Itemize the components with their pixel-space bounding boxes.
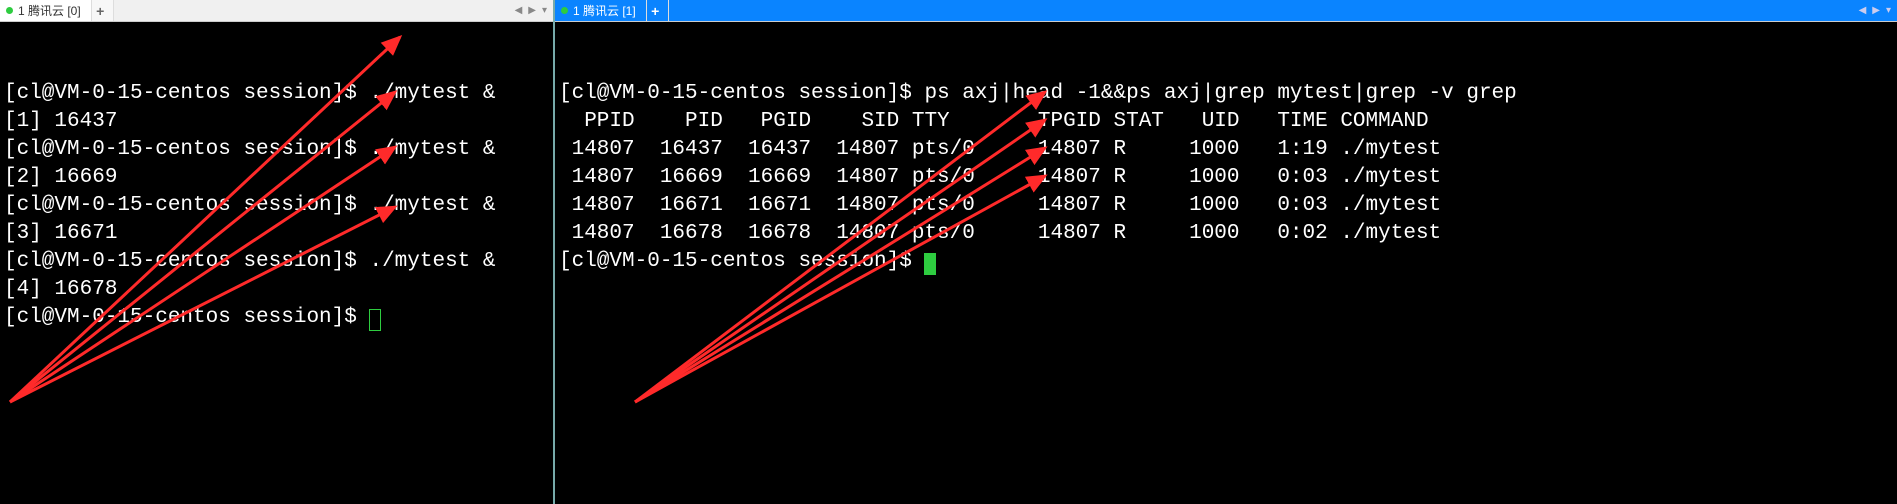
prompt: [cl@VM-0-15-centos session]$: [4, 194, 369, 217]
command-text: ./mytest &: [369, 250, 495, 273]
scroll-left-icon[interactable]: ◀: [515, 5, 523, 16]
tabbar-right: 1 腾讯云 [1] + ◀ ▶ ▾: [555, 0, 1897, 22]
right-pane: 1 腾讯云 [1] + ◀ ▶ ▾ [cl@VM-0-15-centos ses…: [555, 0, 1897, 504]
command-text: ps axj|head -1&&ps axj|grep mytest|grep …: [924, 82, 1516, 105]
prompt: [cl@VM-0-15-centos session]$: [4, 306, 369, 329]
ps-row: 14807 16671 16671 14807 pts/0 14807 R 10…: [559, 194, 1441, 217]
ps-header: PPID PID PGID SID TTY TPGID STAT UID TIM…: [559, 110, 1429, 133]
status-dot-icon: [6, 7, 13, 14]
prompt: [cl@VM-0-15-centos session]$: [559, 250, 924, 273]
plus-icon: +: [651, 3, 659, 19]
cursor-icon: [924, 253, 936, 275]
add-tab-button[interactable]: +: [647, 0, 669, 21]
ps-row: 14807 16437 16437 14807 pts/0 14807 R 10…: [559, 138, 1441, 161]
prompt: [cl@VM-0-15-centos session]$: [4, 138, 369, 161]
tabbar-controls: ◀ ▶ ▾: [1859, 0, 1897, 21]
terminal-left[interactable]: [cl@VM-0-15-centos session]$ ./mytest & …: [0, 22, 553, 504]
tabbar-controls: ◀ ▶ ▾: [515, 0, 553, 21]
scroll-right-icon[interactable]: ▶: [1872, 5, 1880, 16]
prompt: [cl@VM-0-15-centos session]$: [4, 82, 369, 105]
command-text: ./mytest &: [369, 194, 495, 217]
add-tab-button[interactable]: +: [92, 0, 114, 21]
tab-left-session[interactable]: 1 腾讯云 [0]: [0, 0, 92, 21]
tab-right-session[interactable]: 1 腾讯云 [1]: [555, 0, 647, 21]
prompt: [cl@VM-0-15-centos session]$: [4, 250, 369, 273]
job-response: [4] 16678: [4, 278, 117, 301]
tab-label: 1 腾讯云 [1]: [573, 2, 636, 19]
command-text: ./mytest &: [369, 138, 495, 161]
scroll-right-icon[interactable]: ▶: [528, 5, 536, 16]
tab-menu-icon[interactable]: ▾: [542, 5, 547, 16]
tabbar-left: 1 腾讯云 [0] + ◀ ▶ ▾: [0, 0, 553, 22]
job-response: [3] 16671: [4, 222, 117, 245]
job-response: [1] 16437: [4, 110, 117, 133]
left-pane: 1 腾讯云 [0] + ◀ ▶ ▾ [cl@VM-0-15-centos ses…: [0, 0, 555, 504]
job-response: [2] 16669: [4, 166, 117, 189]
ps-row: 14807 16678 16678 14807 pts/0 14807 R 10…: [559, 222, 1441, 245]
tab-menu-icon[interactable]: ▾: [1886, 5, 1891, 16]
cursor-icon: [369, 309, 381, 331]
scroll-left-icon[interactable]: ◀: [1859, 5, 1867, 16]
prompt: [cl@VM-0-15-centos session]$: [559, 82, 924, 105]
terminal-right[interactable]: [cl@VM-0-15-centos session]$ ps axj|head…: [555, 22, 1897, 504]
plus-icon: +: [96, 3, 104, 19]
ps-row: 14807 16669 16669 14807 pts/0 14807 R 10…: [559, 166, 1441, 189]
command-text: ./mytest &: [369, 82, 495, 105]
status-dot-icon: [561, 7, 568, 14]
tab-label: 1 腾讯云 [0]: [18, 2, 81, 19]
